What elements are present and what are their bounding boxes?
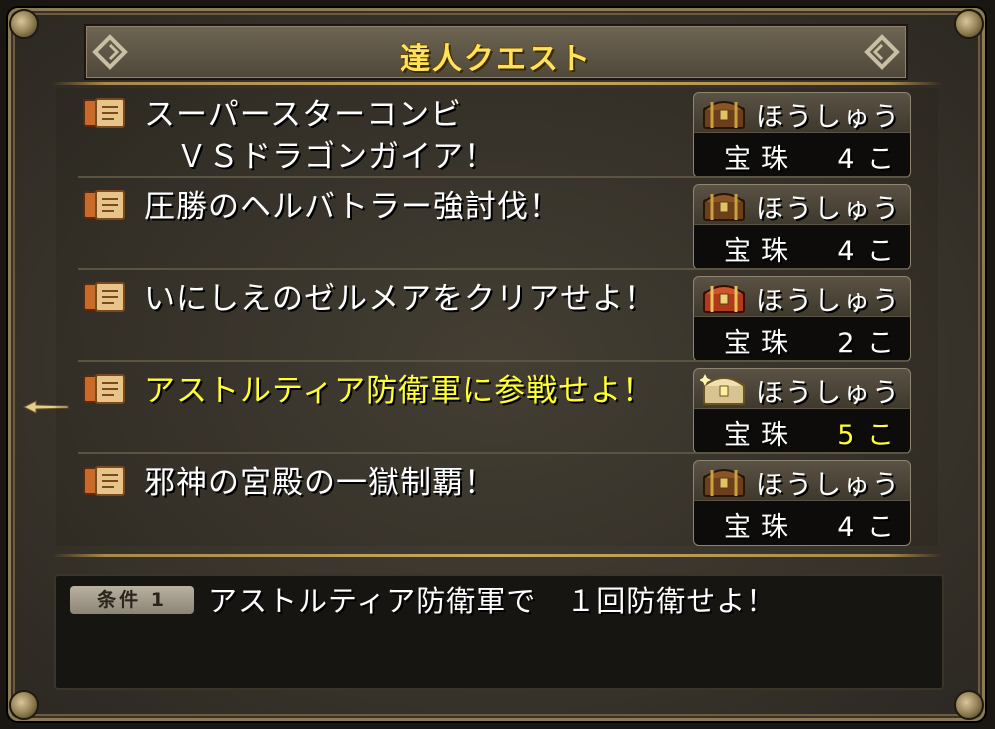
reward-count: 2 こ — [837, 328, 896, 359]
reward-count: 4 こ — [837, 236, 896, 267]
corner-ornament — [954, 9, 984, 39]
reward-box: ほうしゅう 宝珠 4 こ — [693, 92, 911, 178]
quest-row[interactable]: 邪神の宮殿の一獄制覇！ ほうしゅう 宝珠 4 こ — [56, 456, 938, 546]
gold-chest-icon — [700, 374, 745, 405]
row-divider — [78, 452, 908, 454]
reward-label: ほうしゅう — [756, 102, 901, 133]
reward-header: ほうしゅう — [693, 368, 911, 409]
quest-list: スーパースターコンビ ＶＳドラゴンガイア！ ほうしゅう 宝珠 4 こ 圧勝のヘル… — [56, 88, 938, 546]
reward-box: ほうしゅう 宝珠 4 こ — [693, 460, 911, 546]
quest-title: 邪神の宮殿の一獄制覇！ — [144, 465, 496, 501]
quest-title: アストルティア防衛軍に参戦せよ！ — [144, 373, 655, 409]
quest-book-icon — [83, 374, 125, 404]
reward-body: 宝珠 4 こ — [693, 132, 911, 178]
reward-item: 宝珠 — [724, 328, 798, 359]
reward-box: ほうしゅう 宝珠 5 こ — [693, 368, 911, 454]
brown-chest-icon — [703, 101, 745, 129]
top-divider — [52, 82, 942, 85]
bottom-divider — [52, 554, 942, 557]
quest-title: いにしえのゼルメアをクリアせよ！ — [144, 281, 656, 317]
reward-body: 宝珠 4 こ — [693, 224, 911, 270]
reward-body: 宝珠 2 こ — [693, 316, 911, 362]
reward-header: ほうしゅう — [693, 92, 911, 133]
reward-count: 4 こ — [837, 512, 896, 543]
reward-header: ほうしゅう — [693, 460, 911, 501]
condition-panel: 条件 1 アストルティア防衛軍で １回防衛せよ！ — [54, 574, 944, 690]
reward-box: ほうしゅう 宝珠 2 こ — [693, 276, 911, 362]
reward-item: 宝珠 — [724, 420, 798, 451]
quest-row[interactable]: 圧勝のヘルバトラー強討伐！ ほうしゅう 宝珠 4 こ — [56, 180, 938, 270]
brown-chest-icon — [703, 469, 745, 497]
row-divider — [78, 360, 908, 362]
quest-book-icon — [83, 190, 125, 220]
condition-badge: 条件 1 — [70, 586, 194, 614]
reward-item: 宝珠 — [724, 512, 798, 543]
reward-label: ほうしゅう — [756, 470, 901, 501]
corner-ornament — [954, 690, 984, 720]
quest-book-icon — [83, 282, 125, 312]
quest-title: スーパースターコンビ ＶＳドラゴンガイア！ — [144, 97, 496, 175]
quest-book-icon — [83, 98, 125, 128]
reward-header: ほうしゅう — [693, 276, 911, 317]
reward-item: 宝珠 — [724, 144, 798, 175]
reward-count: 4 こ — [837, 144, 896, 175]
red-chest-icon — [703, 285, 745, 313]
title-right-ornament-icon — [864, 34, 900, 70]
reward-body: 宝珠 4 こ — [693, 500, 911, 546]
corner-ornament — [9, 9, 39, 39]
reward-body: 宝珠 5 こ — [693, 408, 911, 454]
corner-ornament — [9, 690, 39, 720]
row-divider — [78, 176, 908, 178]
reward-header: ほうしゅう — [693, 184, 911, 225]
reward-box: ほうしゅう 宝珠 4 こ — [693, 184, 911, 270]
quest-title: 圧勝のヘルバトラー強討伐！ — [144, 189, 561, 225]
quest-row-selected[interactable]: アストルティア防衛軍に参戦せよ！ ほうしゅう 宝珠 5 こ — [56, 364, 938, 454]
brown-chest-icon — [703, 193, 745, 221]
reward-item: 宝珠 — [724, 236, 798, 267]
window-title: 達人クエスト — [400, 42, 592, 77]
condition-text: アストルティア防衛軍で １回防衛せよ！ — [208, 584, 777, 618]
row-divider — [78, 268, 908, 270]
reward-count: 5 こ — [837, 420, 896, 451]
title-bar: 達人クエスト — [84, 24, 908, 80]
quest-book-icon — [83, 466, 125, 496]
reward-label: ほうしゅう — [756, 194, 901, 225]
reward-label: ほうしゅう — [756, 378, 901, 409]
quest-row[interactable]: スーパースターコンビ ＶＳドラゴンガイア！ ほうしゅう 宝珠 4 こ — [56, 88, 938, 178]
quest-row[interactable]: いにしえのゼルメアをクリアせよ！ ほうしゅう 宝珠 2 こ — [56, 272, 938, 362]
reward-label: ほうしゅう — [756, 286, 901, 317]
